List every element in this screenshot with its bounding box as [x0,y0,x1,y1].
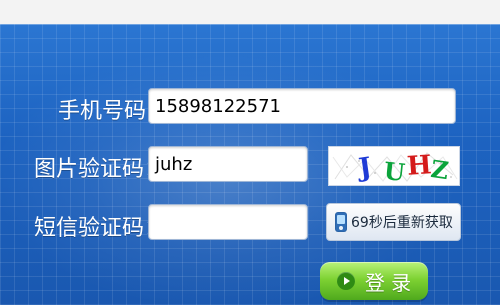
phone-input[interactable]: 15898122571 [148,88,456,124]
sms-code-label: 短信验证码： [34,216,167,241]
login-button[interactable]: 登 录 [320,262,428,300]
captcha-image[interactable]: J U H Z [328,146,460,188]
login-label: 登 录 [364,270,412,295]
image-code-input[interactable]: juhz [148,146,308,182]
captcha-char-3: H [405,150,433,182]
top-strip [0,0,500,24]
image-code-label: 图片验证码： [34,157,167,182]
get-sms-code-label: 69秒后重新获取 [351,215,453,231]
phone-icon [335,212,347,232]
sms-code-input[interactable] [148,204,308,240]
arrow-circle-icon [336,272,355,290]
captcha-char-2: U [382,155,407,188]
get-sms-code-button[interactable]: 69秒后重新获取 [326,203,461,241]
